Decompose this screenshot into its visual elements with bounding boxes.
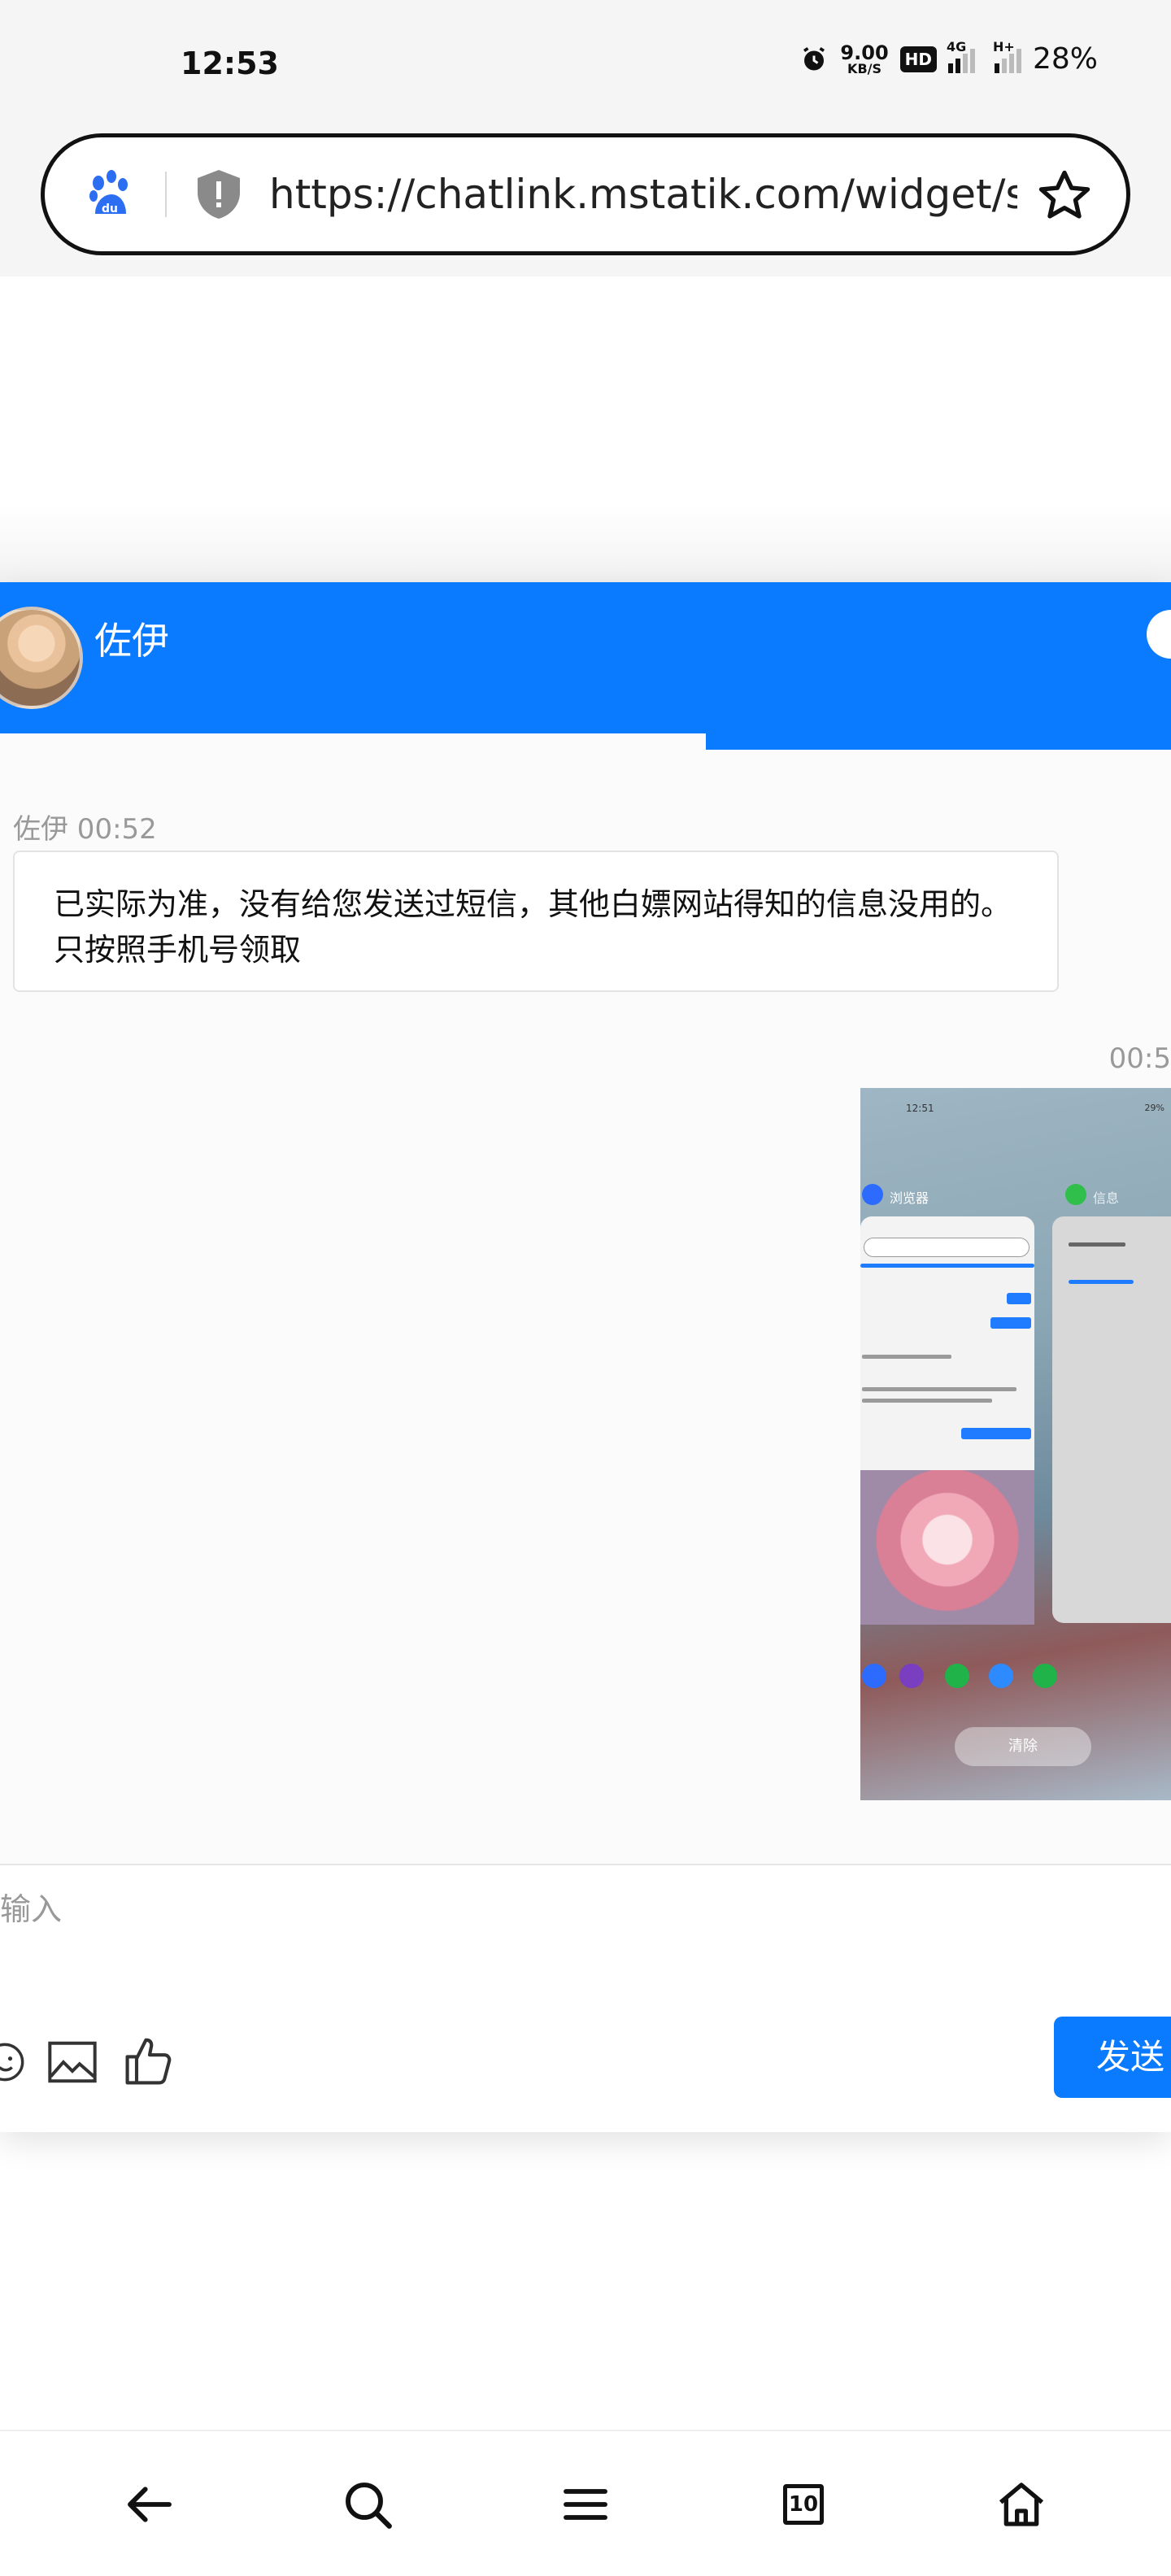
messages-app-icon [1065, 1184, 1086, 1205]
message-meta: 佐伊 00:52 [13, 813, 157, 846]
screenshot-progress-bar [860, 1264, 1034, 1268]
agent-avatar[interactable] [0, 607, 83, 709]
emoji-icon[interactable] [0, 2041, 26, 2083]
sent-screenshot-image[interactable]: 12:51 29% 浏览器 信息 清除 [860, 1088, 1171, 1800]
browser-bottom-nav: 10 [0, 2430, 1171, 2576]
screenshot-text-line [862, 1399, 992, 1403]
agent-name: 佐伊 [94, 619, 169, 663]
address-bar[interactable]: du https://chatlink.mstatik.com/widget/s… [41, 133, 1130, 255]
hd-badge: HD [899, 46, 937, 72]
chat-header: 佐伊 [0, 582, 1171, 733]
network-speed-unit: KB/S [847, 60, 882, 76]
page-background [0, 504, 1171, 585]
url-text[interactable]: https://chatlink.mstatik.com/widget/st..… [269, 171, 1017, 218]
header-action-button[interactable] [1147, 610, 1171, 659]
screenshot-bubble [961, 1428, 1031, 1439]
signal-icon-1: 4G [947, 39, 975, 73]
bookmark-star-icon[interactable] [1035, 167, 1094, 225]
screenshot-dock [860, 1664, 1171, 1696]
status-time: 12:53 [181, 46, 279, 81]
home-button[interactable] [989, 2472, 1054, 2537]
search-icon [346, 2482, 392, 2529]
screenshot-text-line [862, 1355, 951, 1359]
screenshot-time: 12:51 [906, 1103, 934, 1114]
shield-icon[interactable] [196, 168, 242, 220]
screenshot-link [1069, 1280, 1134, 1284]
screenshot-bubble [1007, 1293, 1031, 1304]
battery-level: 28% [1032, 42, 1098, 76]
outgoing-message-time: 00:5 [1108, 1042, 1171, 1075]
svg-text:du: du [102, 202, 118, 215]
message-input[interactable] [0, 1885, 976, 1934]
network-speed: 9.00 KB/S [840, 43, 888, 76]
search-button[interactable] [335, 2472, 400, 2537]
tab-count: 10 [783, 2484, 824, 2525]
browser-toolbar: du https://chatlink.mstatik.com/widget/s… [0, 122, 1171, 276]
chat-header-tab [706, 733, 1171, 750]
screenshot-text-line [862, 1387, 1016, 1391]
screenshot-status: 29% [1144, 1103, 1164, 1113]
alarm-icon [803, 46, 825, 70]
screenshot-messages-card [1052, 1216, 1171, 1623]
signal-icon-2: H+ [993, 39, 1021, 73]
status-bar: 12:53 9.00 KB/S HD 4G H+ 28% [0, 0, 1171, 122]
screenshot-app2-label: 信息 [1093, 1190, 1120, 1206]
tabs-button[interactable]: 10 [771, 2472, 836, 2537]
address-divider [165, 172, 167, 217]
image-upload-icon[interactable] [47, 2039, 98, 2085]
signal-label-2: H+ [992, 38, 1015, 54]
screenshot-app1-label: 浏览器 [890, 1190, 929, 1206]
chat-input-area: 发送 [0, 1864, 1171, 2132]
browser-app-icon [862, 1184, 883, 1205]
screenshot-bubble [990, 1317, 1031, 1329]
chat-widget: 佐伊 佐伊 00:52 已实际为准，没有给您发送过短信，其他白嫖网站得知的信息没… [0, 582, 1171, 2132]
back-button[interactable] [117, 2472, 182, 2537]
baidu-paw-icon[interactable]: du [84, 168, 136, 220]
signal-label-1: 4G [946, 38, 967, 54]
home-icon [999, 2482, 1044, 2526]
send-button[interactable]: 发送 [1054, 2017, 1171, 2098]
screenshot-clear-button: 清除 [955, 1727, 1091, 1766]
incoming-message-bubble: 已实际为准，没有给您发送过短信，其他白嫖网站得知的信息没用的。只按照手机号领取 [13, 851, 1059, 992]
screenshot-text-line [1069, 1242, 1125, 1247]
status-icons: 9.00 KB/S HD 4G H+ 28% [799, 39, 1098, 76]
screenshot-url-bar [864, 1238, 1030, 1257]
network-speed-value: 9.00 [840, 41, 889, 64]
thumbs-up-icon[interactable] [124, 2034, 176, 2086]
back-arrow-icon [128, 2487, 172, 2522]
menu-icon [564, 2489, 607, 2520]
screenshot-browser-card [860, 1216, 1034, 1625]
menu-button[interactable] [553, 2472, 618, 2537]
screenshot-wallpaper [860, 1470, 1034, 1625]
